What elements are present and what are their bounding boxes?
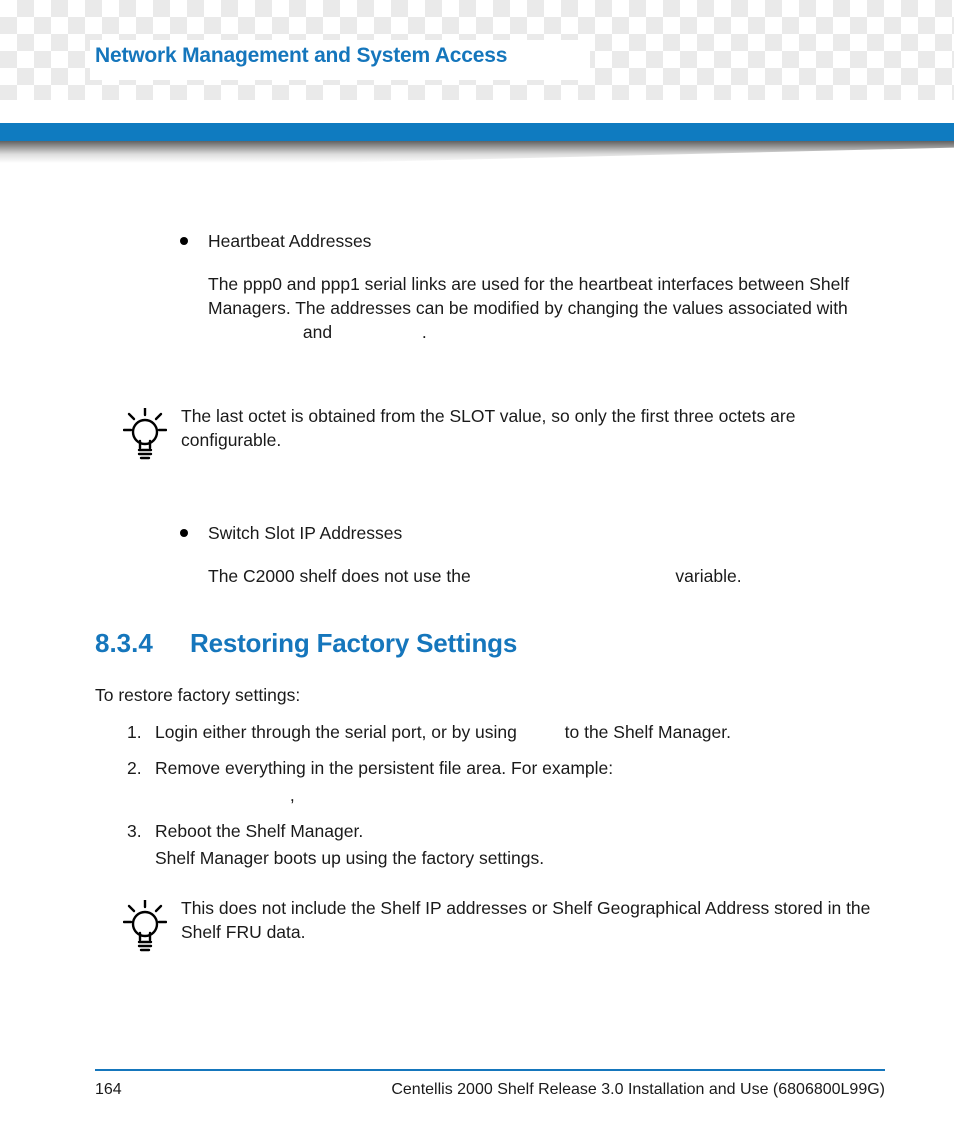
section-number: 8.3.4 [95,628,190,659]
step-2: Remove everything in the persistent file… [127,756,885,807]
note-octet: The last octet is obtained from the SLOT… [115,404,885,462]
bullet-heartbeat-para-end: . [422,322,427,342]
note-fru-text: This does not include the Shelf IP addre… [181,896,885,944]
header-shadow [0,141,954,163]
bullet-heartbeat-title: Heartbeat Addresses [208,230,885,254]
step-1-text-a: Login either through the serial port, or… [155,722,522,742]
bullet-switchslot-title: Switch Slot IP Addresses [208,522,885,546]
restore-intro: To restore factory settings: [95,685,885,706]
section-heading: 8.3.4 Restoring Factory Settings [95,628,885,659]
note-fru: This does not include the Shelf IP addre… [115,896,885,954]
section-title: Restoring Factory Settings [190,628,517,659]
step-1: Login either through the serial port, or… [127,720,885,745]
bullet-disc-icon [180,529,188,537]
step-3: Reboot the Shelf Manager. Shelf Manager … [127,819,885,870]
header-blue-band [0,121,954,141]
note-octet-text: The last octet is obtained from the SLOT… [181,404,885,452]
page-number: 164 [95,1081,122,1099]
step-2-text: Remove everything in the persistent file… [155,758,613,778]
page-footer: 164 Centellis 2000 Shelf Release 3.0 Ins… [95,1069,885,1099]
step-3-sub: Shelf Manager boots up using the factory… [155,846,885,871]
bullet-disc-icon [180,237,188,245]
bullet-heartbeat-para-join: and [303,322,337,342]
doc-title: Centellis 2000 Shelf Release 3.0 Install… [391,1081,885,1099]
steps-list: Login either through the serial port, or… [127,720,885,871]
step-2-example-sep: , [290,785,295,805]
bullet-heartbeat-para-main: The ppp0 and ppp1 serial links are used … [208,274,849,318]
lightbulb-icon [123,900,167,954]
bullet-heartbeat: Heartbeat Addresses The ppp0 and ppp1 se… [180,230,885,344]
bullet-switchslot-para-a: The C2000 shelf does not use the [208,566,476,586]
bullet-heartbeat-para: The ppp0 and ppp1 serial links are used … [208,272,885,344]
bullet-switchslot-para: The C2000 shelf does not use the variabl… [208,564,885,588]
bullet-switchslot-para-b: variable. [675,566,741,586]
step-1-text-b: to the Shelf Manager. [565,722,731,742]
step-3-text: Reboot the Shelf Manager. [155,821,363,841]
lightbulb-icon [123,408,167,462]
page-content: Heartbeat Addresses The ppp0 and ppp1 se… [95,230,885,1014]
step-2-example: , [155,783,885,808]
bullet-switchslot: Switch Slot IP Addresses The C2000 shelf… [180,522,885,588]
chapter-title: Network Management and System Access [95,44,507,68]
